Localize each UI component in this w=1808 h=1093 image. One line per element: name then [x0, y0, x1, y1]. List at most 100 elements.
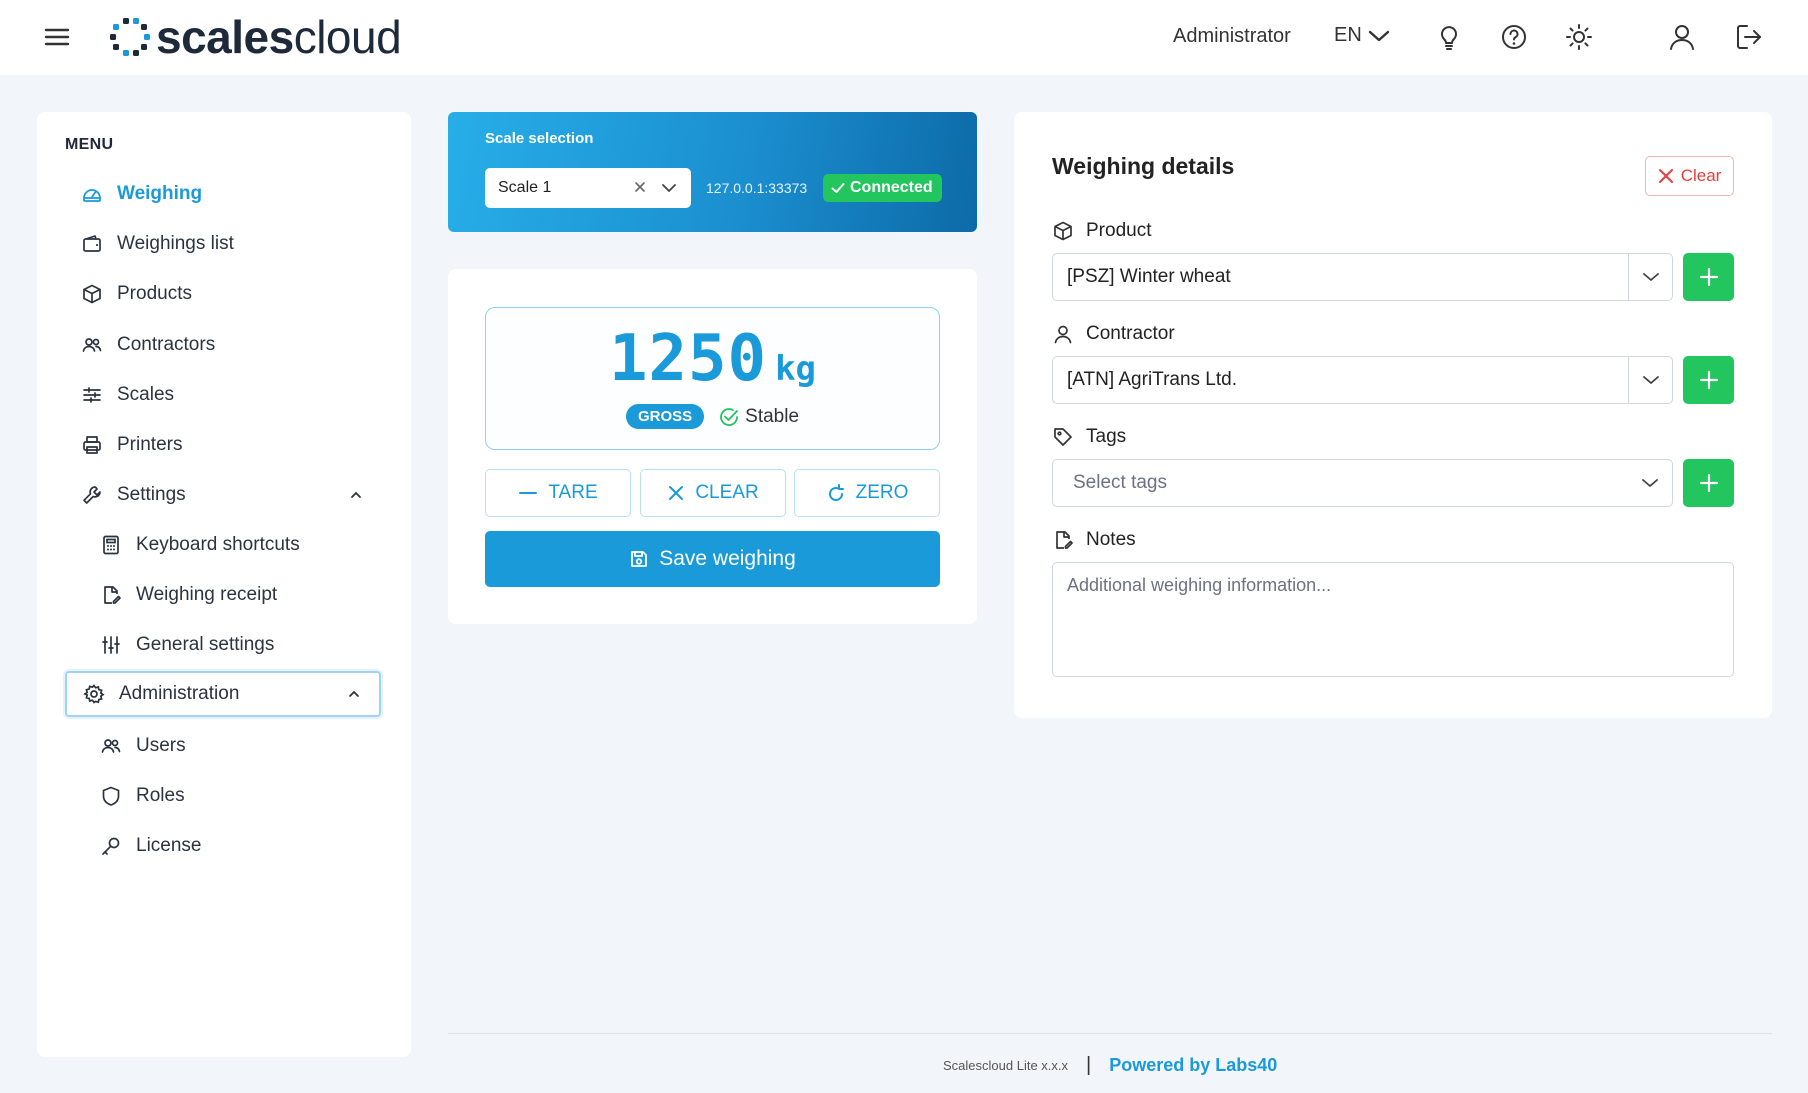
sidebar: MENU Weighing Weighings list Products Co… — [37, 112, 411, 1057]
users-icon — [82, 338, 102, 352]
minus-icon — [519, 492, 538, 494]
sidebar-item-weighings-list[interactable]: Weighings list — [65, 221, 381, 267]
theme-sun-icon[interactable] — [1564, 22, 1594, 52]
plus-icon — [1699, 370, 1718, 390]
logo-text: scalescloud — [156, 11, 402, 63]
contractor-select[interactable]: [ATN] AgriTrans Ltd. — [1052, 356, 1673, 404]
sidebar-item-keyboard-shortcuts[interactable]: Keyboard shortcuts — [65, 522, 381, 568]
notes-textarea[interactable] — [1052, 562, 1734, 677]
plus-icon — [1699, 267, 1718, 287]
language-selector[interactable]: EN — [1334, 24, 1390, 47]
sidebar-item-printers[interactable]: Printers — [65, 422, 381, 468]
hamburger-menu-icon[interactable] — [43, 25, 71, 49]
printer-icon — [83, 436, 101, 454]
zero-button[interactable]: ZERO — [794, 469, 940, 517]
contractor-dropdown-toggle[interactable] — [1628, 357, 1672, 403]
chevron-down-icon — [1642, 273, 1659, 282]
box-icon — [1054, 221, 1072, 241]
tare-button-label: TARE — [548, 482, 598, 503]
scale-selection-label: Scale selection — [485, 130, 594, 147]
add-tag-button[interactable] — [1683, 459, 1734, 507]
clear-details-button[interactable]: Clear — [1645, 156, 1734, 196]
wallet-icon — [83, 235, 101, 252]
chevron-down-icon — [1368, 30, 1389, 41]
weight-unit: kg — [775, 349, 817, 389]
product-dropdown-toggle[interactable] — [1628, 254, 1672, 300]
add-contractor-button[interactable] — [1683, 356, 1734, 404]
app-version: Scalescloud Lite x.x.x — [943, 1058, 1069, 1073]
clear-selection-icon[interactable] — [633, 180, 647, 194]
sliders-icon — [83, 387, 101, 403]
weight-display: 1250 kg GROSS Stable — [485, 307, 940, 450]
sidebar-item-label: Settings — [117, 484, 186, 505]
tags-select[interactable]: Select tags — [1052, 459, 1673, 507]
notes-label-text: Notes — [1086, 529, 1136, 550]
product-label-text: Product — [1086, 220, 1152, 241]
user-profile-icon[interactable] — [1667, 22, 1697, 52]
top-bar: scalescloud Administrator EN — [0, 0, 1808, 75]
connection-status-text: Connected — [850, 179, 933, 196]
save-weighing-label: Save weighing — [659, 547, 796, 570]
help-icon[interactable] — [1499, 22, 1529, 52]
product-select-value: [PSZ] Winter wheat — [1067, 266, 1231, 287]
lightbulb-icon[interactable] — [1434, 22, 1464, 52]
sidebar-item-administration[interactable]: Administration — [65, 671, 381, 717]
clear-weight-button-label: CLEAR — [695, 482, 759, 503]
sidebar-item-contractors[interactable]: Contractors — [65, 322, 381, 368]
gauge-icon — [83, 189, 101, 202]
tag-icon — [1054, 428, 1072, 446]
sidebar-item-settings[interactable]: Settings — [65, 472, 381, 518]
sidebar-item-weighing-receipt[interactable]: Weighing receipt — [65, 572, 381, 618]
sidebar-item-label: General settings — [136, 634, 275, 655]
weight-value: 1250 — [608, 322, 768, 396]
product-select[interactable]: [PSZ] Winter wheat — [1052, 253, 1673, 301]
stability-text: Stable — [745, 405, 800, 427]
save-weighing-button[interactable]: Save weighing — [485, 531, 940, 587]
shield-icon — [102, 786, 120, 806]
language-code: EN — [1334, 24, 1362, 46]
check-icon — [831, 183, 845, 193]
connection-status-badge: Connected — [823, 174, 942, 202]
gear-icon — [83, 684, 105, 704]
sidebar-item-label: Keyboard shortcuts — [136, 534, 300, 555]
chevron-up-icon — [351, 491, 361, 498]
current-user-name[interactable]: Administrator — [1173, 25, 1291, 48]
sidebar-item-weighing[interactable]: Weighing — [65, 171, 381, 217]
app-logo[interactable]: scalescloud — [108, 11, 402, 63]
sidebar-item-label: Users — [136, 735, 186, 756]
scale-select[interactable]: Scale 1 — [485, 168, 691, 208]
sidebar-item-license[interactable]: License — [65, 823, 381, 869]
logout-icon[interactable] — [1734, 22, 1764, 52]
tare-button[interactable]: TARE — [485, 469, 631, 517]
sidebar-item-roles[interactable]: Roles — [65, 773, 381, 819]
file-edit-icon — [1056, 531, 1073, 549]
tags-dropdown-toggle[interactable] — [1628, 460, 1672, 506]
key-icon — [102, 837, 120, 855]
sidebar-item-users[interactable]: Users — [65, 723, 381, 769]
sidebar-item-scales[interactable]: Scales — [65, 372, 381, 418]
powered-by-link[interactable]: Powered by Labs40 — [1109, 1055, 1277, 1076]
weighing-details-title: Weighing details — [1052, 153, 1235, 179]
chevron-down-icon[interactable] — [661, 181, 677, 195]
close-icon — [1658, 169, 1673, 183]
notes-field-label: Notes — [1052, 529, 1136, 551]
stability-indicator: Stable — [718, 406, 799, 428]
chevron-up-icon — [349, 690, 359, 697]
refresh-icon — [828, 484, 844, 501]
tags-select-placeholder: Select tags — [1073, 472, 1167, 493]
add-product-button[interactable] — [1683, 253, 1734, 301]
contractor-field-label: Contractor — [1052, 323, 1175, 345]
scale-address: 127.0.0.1:33373 — [706, 180, 808, 196]
users-icon — [101, 739, 121, 753]
sidebar-item-products[interactable]: Products — [65, 271, 381, 317]
clear-weight-button[interactable]: CLEAR — [640, 469, 786, 517]
clear-details-label: Clear — [1680, 166, 1722, 185]
sidebar-item-label: Products — [117, 283, 192, 304]
wrench-icon — [83, 486, 101, 504]
sidebar-item-label: License — [136, 835, 202, 856]
tags-field-label: Tags — [1052, 426, 1126, 448]
sidebar-item-general-settings[interactable]: General settings — [65, 622, 381, 668]
footer-divider — [448, 1033, 1772, 1034]
contractor-select-value: [ATN] AgriTrans Ltd. — [1067, 369, 1237, 390]
scale-select-value: Scale 1 — [498, 179, 552, 196]
